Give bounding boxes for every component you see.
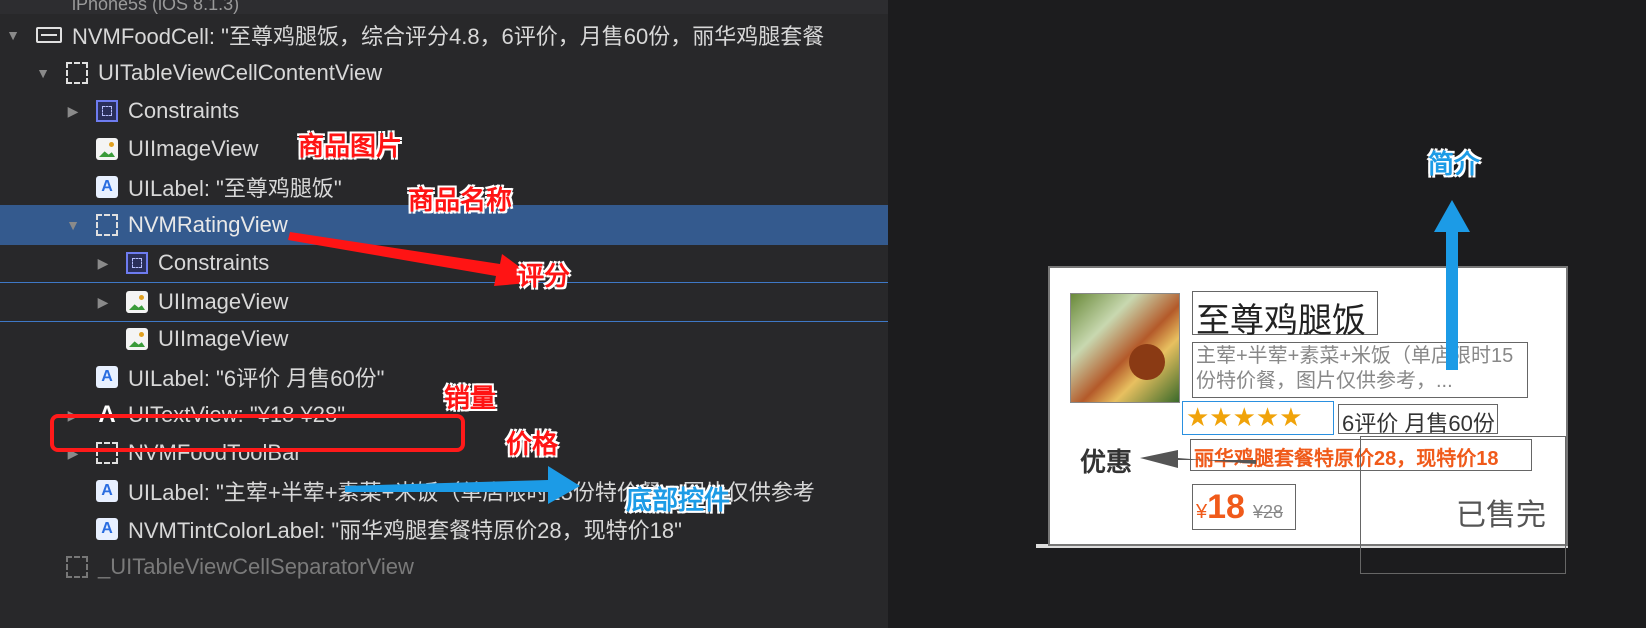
tree-row-label: NVMTintColorLabel: "丽华鸡腿套餐特原价28，现特价18": [128, 518, 682, 543]
disclosure-open-icon[interactable]: ▼: [4, 27, 22, 43]
tree-row-separator[interactable]: _UITableViewCellSeparatorView: [0, 547, 888, 587]
view-hierarchy-panel: iPhone5s (iOS 8.1.3) ▼ NVMFoodCell: "至尊鸡…: [0, 0, 888, 628]
tree-row-label: UIImageView: [128, 136, 259, 161]
food-intro: 主荤+半荤+素菜+米饭（单店限时15份特价餐，图片仅供参考，...: [1196, 345, 1514, 392]
label-icon: A: [96, 176, 118, 198]
tree-row-label: UIImageView: [158, 326, 289, 351]
image-icon: [126, 328, 148, 350]
rating-stars: ★★★★★: [1186, 402, 1303, 432]
constraints-icon: [96, 100, 118, 122]
annotation-toolbar: 底部控件: [626, 485, 731, 515]
disclosure-closed-icon[interactable]: ▶: [94, 294, 112, 311]
tree-row-image-view[interactable]: UIImageView: [0, 129, 888, 169]
view-icon: [96, 214, 118, 236]
annotation-image: 商品图片: [298, 131, 403, 161]
tree-row-rating-image-1[interactable]: ▶ UIImageView: [0, 282, 888, 322]
table-cell-icon: [36, 27, 62, 43]
tree-row-constraints[interactable]: ▶ Constraints: [0, 91, 888, 131]
tree-row-label: NVMFoodCell: "至尊鸡腿饭，综合评分4.8，6评价，月售60份，丽华…: [72, 24, 825, 49]
food-image: [1070, 293, 1180, 403]
annotation-sales: 销量: [444, 383, 497, 413]
annotation-name: 商品名称: [408, 185, 513, 215]
annotation-intro: 简介: [1428, 149, 1481, 179]
tree-row-label: _UITableViewCellSeparatorView: [98, 554, 414, 579]
label-icon: A: [96, 480, 118, 502]
device-label: iPhone5s (iOS 8.1.3): [72, 0, 240, 14]
tree-row-tint-label[interactable]: A NVMTintColorLabel: "丽华鸡腿套餐特原价28，现特价18": [0, 509, 888, 549]
disclosure-closed-icon[interactable]: ▶: [94, 255, 112, 272]
price-now: 18: [1207, 488, 1245, 526]
tree-row-food-cell[interactable]: ▼ NVMFoodCell: "至尊鸡腿饭，综合评分4.8，6评价，月售60份，…: [0, 15, 888, 55]
disclosure-open-icon[interactable]: ▼: [34, 65, 52, 81]
device-header: iPhone5s (iOS 8.1.3): [0, 0, 888, 14]
view-icon: [66, 62, 88, 84]
tree-row-label: UITableViewCellContentView: [98, 60, 383, 85]
view-icon: [66, 556, 88, 578]
tree-row-label: UILabel: "6评价 月售60份": [128, 366, 385, 391]
tree-row-label: NVMRatingView: [128, 212, 288, 237]
food-title: 至尊鸡腿饭: [1196, 302, 1366, 340]
label-icon: A: [96, 366, 118, 388]
price-highlight-box: [50, 414, 465, 452]
tree-row-rating-image-2[interactable]: UIImageView: [0, 319, 888, 359]
sales-label: 6评价 月售60份: [1342, 411, 1495, 436]
annotation-rating: 评分: [518, 261, 571, 291]
disclosure-closed-icon[interactable]: ▶: [64, 103, 82, 120]
image-icon: [96, 138, 118, 160]
tree-row-label: Constraints: [158, 250, 270, 275]
image-icon: [126, 291, 148, 313]
annotation-promo: 优惠: [1080, 447, 1133, 477]
tree-row-label: UILabel: "至尊鸡腿饭": [128, 176, 342, 201]
tree-row-rating-constraints[interactable]: ▶ Constraints: [0, 243, 888, 283]
disclosure-open-icon[interactable]: ▼: [64, 217, 82, 233]
label-icon: A: [96, 518, 118, 540]
soldout-label: 已售完: [1456, 499, 1546, 532]
tree-row-label: Constraints: [128, 98, 240, 123]
tree-row-label: UIImageView: [158, 289, 289, 314]
tree-row-content-view[interactable]: ▼ UITableViewCellContentView: [0, 53, 888, 93]
price-old: ¥28: [1252, 502, 1283, 522]
annotation-price: 价格: [506, 429, 559, 459]
tree-row-intro-label[interactable]: A UILabel: "主荤+半荤+素菜+米饭（单店限时15份特价餐，图片仅供参…: [0, 471, 888, 511]
price-text: ¥18 ¥28: [1196, 488, 1283, 527]
constraints-icon: [126, 252, 148, 274]
price-currency: ¥: [1196, 501, 1208, 523]
